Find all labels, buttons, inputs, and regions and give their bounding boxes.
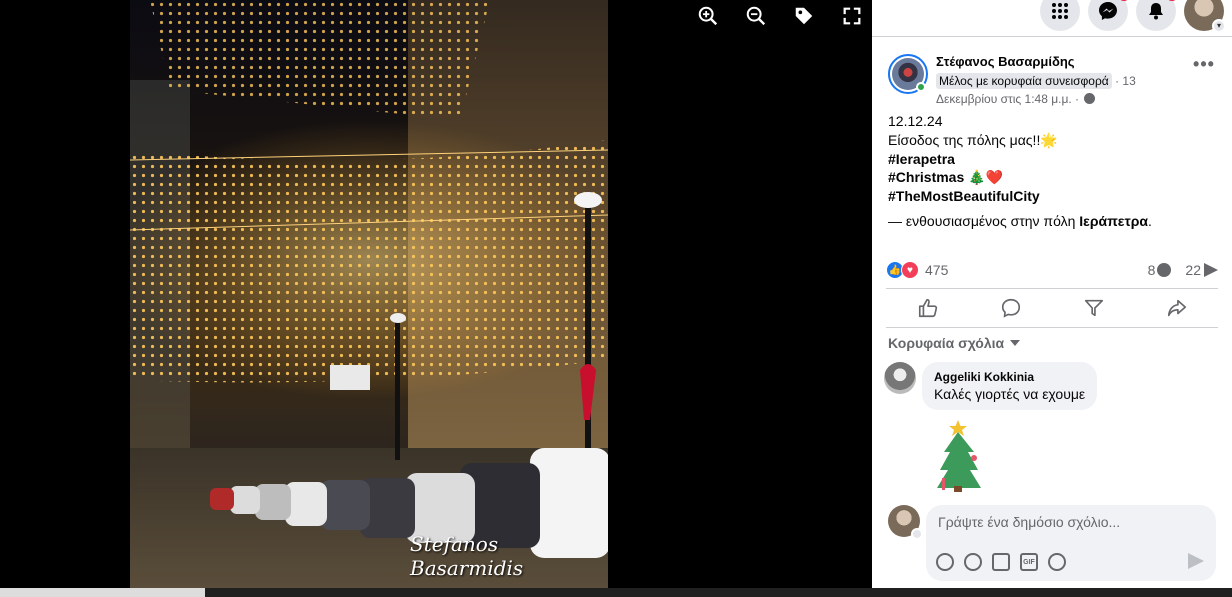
send-icon <box>1084 299 1103 317</box>
online-indicator <box>916 82 926 92</box>
comment-bubble-icon <box>1001 298 1020 318</box>
location-link[interactable]: Ιεράπετρα <box>1079 213 1148 229</box>
comment-item: Aggeliki Kokkinia Καλές γιορτές να εχουμ… <box>884 362 1098 410</box>
chevron-down-icon: ▾ <box>1212 19 1226 33</box>
commenter-name[interactable]: Aggeliki Kokkinia <box>934 370 1085 384</box>
stats-right: 8 22 <box>1148 262 1218 278</box>
reaction-count[interactable]: 475 <box>925 262 948 278</box>
share-count-icon <box>1204 263 1218 277</box>
taskbar-search-strip[interactable] <box>0 588 205 597</box>
avatar-sticker-icon[interactable] <box>936 553 954 571</box>
more-options-button[interactable]: ••• <box>1192 54 1216 78</box>
comment-input[interactable] <box>938 513 1188 531</box>
christmas-tree-sticker <box>937 420 981 492</box>
top-divider <box>872 36 1232 37</box>
comment-button[interactable] <box>969 289 1052 327</box>
caret-down-icon <box>1010 340 1021 346</box>
author-name[interactable]: Στέφανος Βασαρμίδης <box>936 54 1192 70</box>
apps-grid-icon[interactable] <box>1040 0 1080 31</box>
zoom-out-icon[interactable] <box>732 2 780 30</box>
messenger-badge <box>1118 0 1130 1</box>
emoji-icon[interactable] <box>964 553 982 571</box>
fullscreen-icon[interactable] <box>828 2 876 30</box>
comment-sort-dropdown[interactable]: Κορυφαία σχόλια <box>888 335 1021 351</box>
post-stats: 👍 ♥ 475 8 22 <box>886 259 1218 281</box>
post-meta: Μέλος με κορυφαία συνεισφορά · 13 Δεκεμβ… <box>936 72 1192 108</box>
camera-icon[interactable] <box>992 553 1010 571</box>
notifications-icon[interactable] <box>1136 0 1178 31</box>
send-button[interactable] <box>1052 289 1135 327</box>
post-text: 12.12.24 Είσοδος της πόλης μας!!🌟 #Ierap… <box>888 112 1216 231</box>
zoom-in-icon[interactable] <box>684 2 732 30</box>
feeling-line: — ενθουσιασμένος στην πόλη Ιεράπετρα. <box>888 212 1216 231</box>
feeling-suffix: . <box>1147 212 1152 229</box>
top-bar: ▾ <box>872 0 1232 36</box>
notifications-badge <box>1166 0 1178 1</box>
post-line-date: 12.12.24 <box>888 113 943 129</box>
composer-box: GIF <box>926 505 1216 581</box>
account-avatar[interactable]: ▾ <box>1184 0 1226 33</box>
top-contributor-badge[interactable]: Μέλος με κορυφαία συνεισφορά <box>936 73 1112 89</box>
photo-viewer: Stefanos Basarmidis <box>0 0 872 588</box>
comment-count-icon <box>1157 263 1172 277</box>
sort-label: Κορυφαία σχόλια <box>888 335 1005 351</box>
gif-icon[interactable]: GIF <box>1020 553 1038 571</box>
composer-icons: GIF <box>936 553 1066 571</box>
post-line-caption: Είσοδος της πόλης μας!!🌟 <box>888 131 1058 148</box>
feeling-prefix: — ενθουσιασμένος στην πόλη <box>888 212 1080 229</box>
share-button[interactable] <box>1135 289 1218 327</box>
christmas-emoji: 🎄❤️ <box>964 169 1004 186</box>
like-button[interactable] <box>886 289 969 327</box>
thumbs-up-icon <box>918 298 937 318</box>
hashtag-ierapetra[interactable]: #Ierapetra <box>888 150 1216 169</box>
share-arrow-icon <box>1167 299 1186 317</box>
author-avatar[interactable] <box>888 54 928 94</box>
sticker-icon[interactable] <box>1048 553 1066 571</box>
post-panel: ▾ Στέφανος Βασαρμίδης Μέλος με κορυφαία … <box>872 0 1232 588</box>
hashtag-christmas[interactable]: #Christmas <box>888 169 964 185</box>
tag-icon[interactable] <box>780 2 828 30</box>
my-avatar[interactable] <box>888 505 923 540</box>
post-date-part1[interactable]: · 13 <box>1112 74 1136 88</box>
viewer-toolbar <box>684 2 876 30</box>
author-meta: Στέφανος Βασαρμίδης Μέλος με κορυφαία συ… <box>936 54 1192 108</box>
messenger-icon[interactable] <box>1088 0 1130 31</box>
commenter-avatar[interactable] <box>884 362 916 394</box>
share-count[interactable]: 22 <box>1185 262 1218 278</box>
comment-bubble: Aggeliki Kokkinia Καλές γιορτές να εχουμ… <box>922 362 1098 410</box>
photo-watermark: Stefanos Basarmidis <box>410 532 524 580</box>
hashtag-most-beautiful-city[interactable]: #TheMostBeautifulCity <box>888 187 1216 206</box>
post-header: Στέφανος Βασαρμίδης Μέλος με κορυφαία συ… <box>888 54 1216 108</box>
post-actions <box>886 288 1218 328</box>
comment-count[interactable]: 8 <box>1148 262 1172 278</box>
send-comment-icon[interactable] <box>1188 553 1204 569</box>
post-date-part2[interactable]: Δεκεμβρίου στις 1:48 μ.μ. · <box>936 92 1082 106</box>
comment-text: Καλές γιορτές να εχουμε <box>934 386 1086 402</box>
love-reaction-icon[interactable]: ♥ <box>901 261 919 279</box>
globe-icon <box>1084 93 1096 104</box>
taskbar <box>0 588 1232 597</box>
post-photo[interactable]: Stefanos Basarmidis <box>130 0 608 588</box>
comment-composer: GIF <box>888 505 1216 581</box>
